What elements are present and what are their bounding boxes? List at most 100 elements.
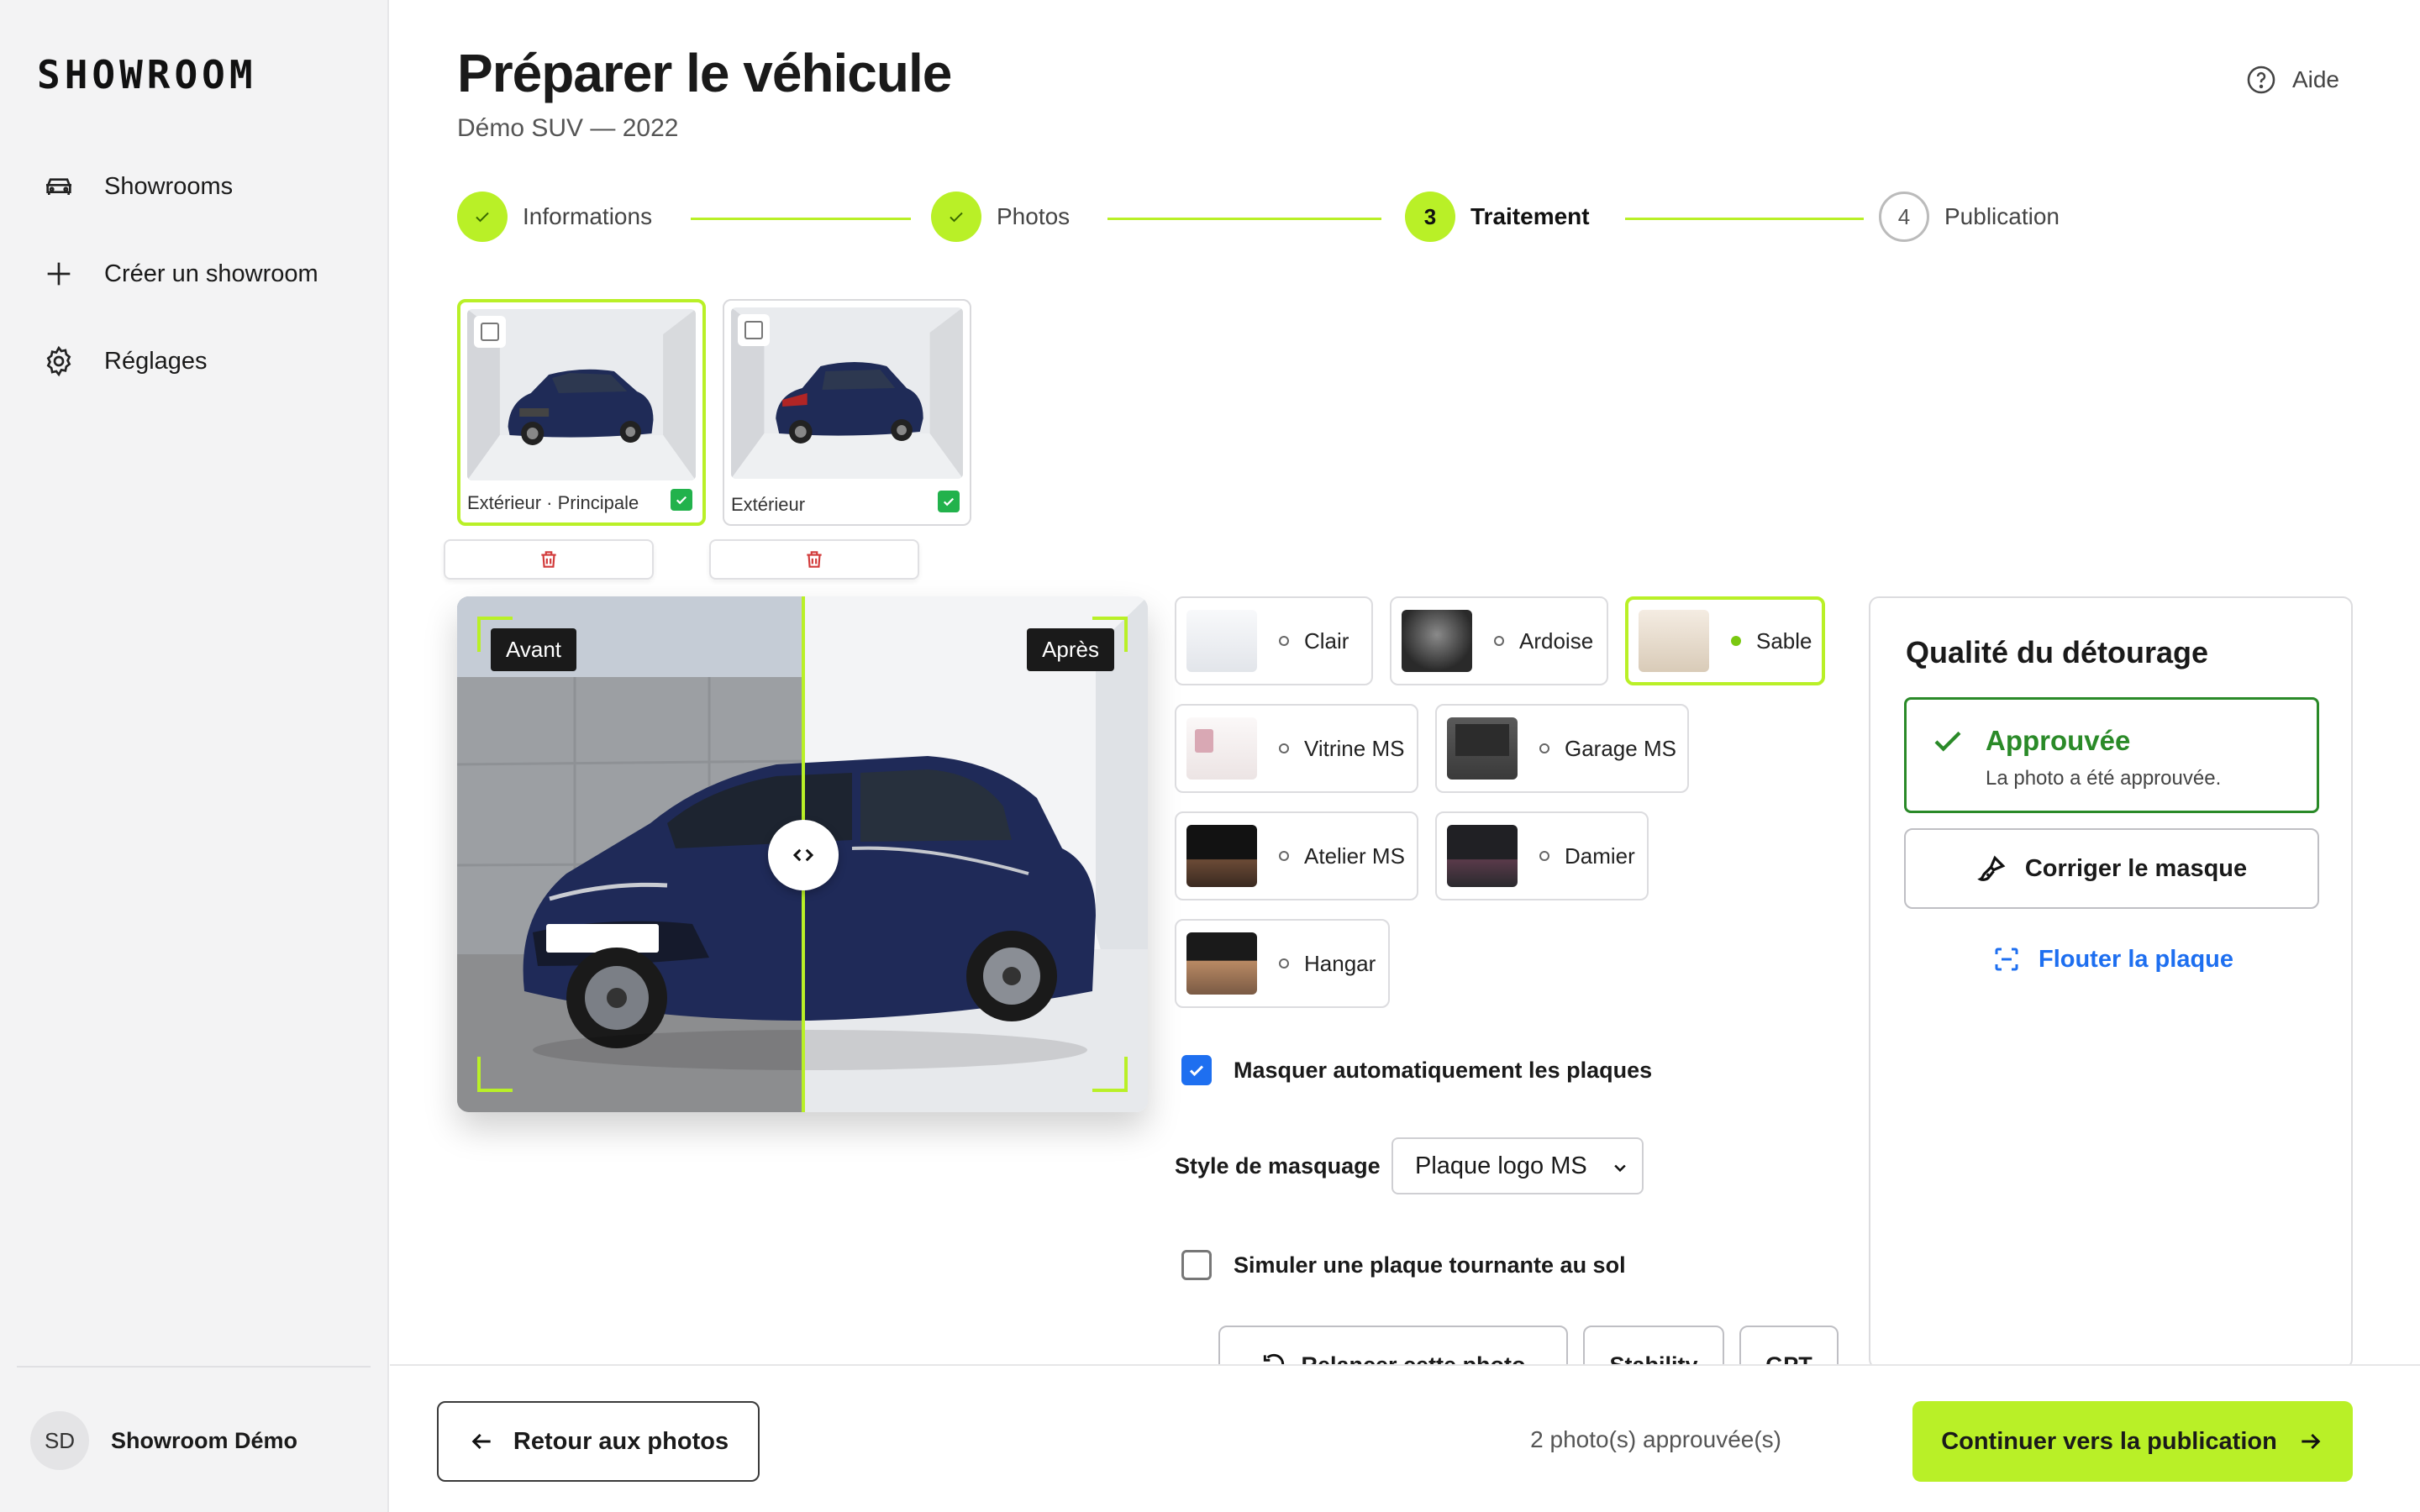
user-name: Showroom Démo xyxy=(111,1427,298,1453)
background-radio xyxy=(1279,743,1289,753)
turntable-checkbox[interactable]: Simuler une plaque tournante au sol xyxy=(1181,1250,1626,1280)
checkbox-checked xyxy=(1181,1055,1212,1085)
avatar: SD xyxy=(30,1411,89,1470)
step-number-badge: 4 xyxy=(1879,192,1929,242)
approval-status-title: Approuvée xyxy=(1986,725,2131,756)
frame-corner xyxy=(1092,1057,1128,1092)
user-profile[interactable]: SD Showroom Démo xyxy=(30,1411,297,1470)
background-option-atelier-ms[interactable]: Atelier MS xyxy=(1175,811,1418,900)
footer-bar: Retour aux photos 2 photo(s) approuvée(s… xyxy=(390,1364,2420,1512)
sidebar-item-label: Showrooms xyxy=(104,172,234,200)
photo-label: Extérieur xyxy=(731,494,806,515)
check-icon xyxy=(476,212,489,223)
background-name: Garage MS xyxy=(1565,735,1676,761)
background-option-ardoise[interactable]: Ardoise xyxy=(1390,596,1608,685)
background-option-sable[interactable]: Sable xyxy=(1625,596,1825,685)
background-option-vitrine-ms[interactable]: Vitrine MS xyxy=(1175,704,1418,793)
step-traitement[interactable]: 3 Traitement xyxy=(1405,192,1590,242)
approved-check-icon xyxy=(938,491,960,512)
background-radio xyxy=(1279,851,1289,861)
sidebar-item-settings[interactable]: Réglages xyxy=(42,336,208,386)
background-option-clair[interactable]: Clair xyxy=(1175,596,1373,685)
arrow-right-icon xyxy=(2302,1433,2321,1450)
mask-style-label: Style de masquage xyxy=(1175,1153,1381,1179)
mask-style-select[interactable]: Plaque logo MS xyxy=(1392,1137,1644,1194)
delete-photo-button[interactable] xyxy=(709,539,919,580)
auto-mask-label: Masquer automatiquement les plaques xyxy=(1234,1057,1653,1083)
step-connector xyxy=(1107,218,1381,220)
background-name: Vitrine MS xyxy=(1304,735,1405,761)
photo-thumbnail[interactable]: Extérieur · Principale xyxy=(457,299,706,526)
fix-mask-label: Corriger le masque xyxy=(2024,854,2248,882)
gear-icon xyxy=(46,345,71,377)
mask-style-value: Plaque logo MS xyxy=(1415,1152,1587,1179)
background-radio xyxy=(1494,636,1504,646)
quality-panel-title: Qualité du détourage xyxy=(1906,635,2209,669)
background-swatch xyxy=(1186,717,1257,780)
background-radio xyxy=(1279,636,1289,646)
sidebar-item-create-showroom[interactable]: Créer un showroom xyxy=(42,249,318,299)
step-informations[interactable]: Informations xyxy=(457,192,652,242)
background-swatch xyxy=(1402,610,1472,672)
background-swatch xyxy=(1639,610,1709,672)
compare-slider-handle[interactable] xyxy=(768,820,839,890)
background-name: Ardoise xyxy=(1519,627,1594,654)
page-title: Préparer le véhicule xyxy=(457,43,952,103)
background-radio xyxy=(1731,636,1741,646)
step-publication[interactable]: 4 Publication xyxy=(1879,192,2060,242)
frame-corner xyxy=(1092,617,1128,652)
question-circle-icon xyxy=(2247,66,2275,94)
background-radio xyxy=(1539,743,1549,753)
step-done-badge xyxy=(931,192,981,242)
background-option-garage-ms[interactable]: Garage MS xyxy=(1435,704,1689,793)
approved-count: 2 photo(s) approuvée(s) xyxy=(1530,1426,1781,1452)
sidebar-item-showrooms[interactable]: Showrooms xyxy=(42,161,233,212)
blur-plate-link[interactable]: Flouter la plaque xyxy=(1870,944,2354,974)
trash-icon xyxy=(541,551,556,568)
background-swatch xyxy=(1186,825,1257,887)
background-swatch xyxy=(1186,610,1257,672)
brand-logo: SHOWROOM xyxy=(37,52,257,97)
blur-plate-label: Flouter la plaque xyxy=(2038,945,2234,973)
continue-to-publication-button[interactable]: Continuer vers la publication xyxy=(1912,1401,2353,1482)
photo-thumbnail[interactable]: Extérieur xyxy=(723,299,971,526)
fix-mask-button[interactable]: Corriger le masque xyxy=(1904,828,2319,909)
photo-select-checkbox[interactable] xyxy=(738,314,770,346)
background-option-damier[interactable]: Damier xyxy=(1435,811,1649,900)
quality-panel: Qualité du détourage Approuvée La photo … xyxy=(1869,596,2353,1369)
trash-icon xyxy=(807,551,822,568)
background-radio xyxy=(1279,958,1289,969)
delete-photo-button[interactable] xyxy=(444,539,654,580)
background-swatch xyxy=(1186,932,1257,995)
step-label: Photos xyxy=(997,203,1071,229)
back-to-photos-button[interactable]: Retour aux photos xyxy=(437,1401,760,1482)
background-option-hangar[interactable]: Hangar xyxy=(1175,919,1390,1008)
sidebar-divider xyxy=(17,1366,371,1368)
code-arrows-icon xyxy=(792,848,814,862)
sidebar-item-label: Réglages xyxy=(104,347,208,375)
check-icon xyxy=(1189,1065,1204,1077)
arrow-left-icon xyxy=(471,1433,491,1450)
background-name: Sable xyxy=(1756,627,1812,654)
step-label: Informations xyxy=(523,203,653,229)
before-after-compare[interactable]: Avant Après xyxy=(457,596,1148,1112)
step-photos[interactable]: Photos xyxy=(931,192,1070,242)
brush-icon xyxy=(1977,855,2006,881)
continue-label: Continuer vers la publication xyxy=(1941,1427,2277,1455)
background-name: Damier xyxy=(1565,843,1635,869)
help-label: Aide xyxy=(2291,66,2339,92)
step-connector xyxy=(691,218,911,220)
frame-corner xyxy=(477,1057,513,1092)
step-label: Traitement xyxy=(1470,203,1590,229)
background-name: Atelier MS xyxy=(1304,843,1405,869)
photo-select-checkbox[interactable] xyxy=(474,316,506,348)
page-subtitle: Démo SUV — 2022 xyxy=(457,114,679,142)
turntable-label: Simuler une plaque tournante au sol xyxy=(1234,1252,1626,1278)
auto-mask-plates-checkbox[interactable]: Masquer automatiquement les plaques xyxy=(1181,1055,1652,1085)
background-swatch xyxy=(1447,717,1518,780)
background-radio xyxy=(1539,851,1549,861)
step-connector xyxy=(1625,218,1864,220)
step-number-badge: 3 xyxy=(1405,192,1455,242)
sidebar-item-label: Créer un showroom xyxy=(104,260,318,287)
help-button[interactable]: Aide xyxy=(2245,64,2339,96)
